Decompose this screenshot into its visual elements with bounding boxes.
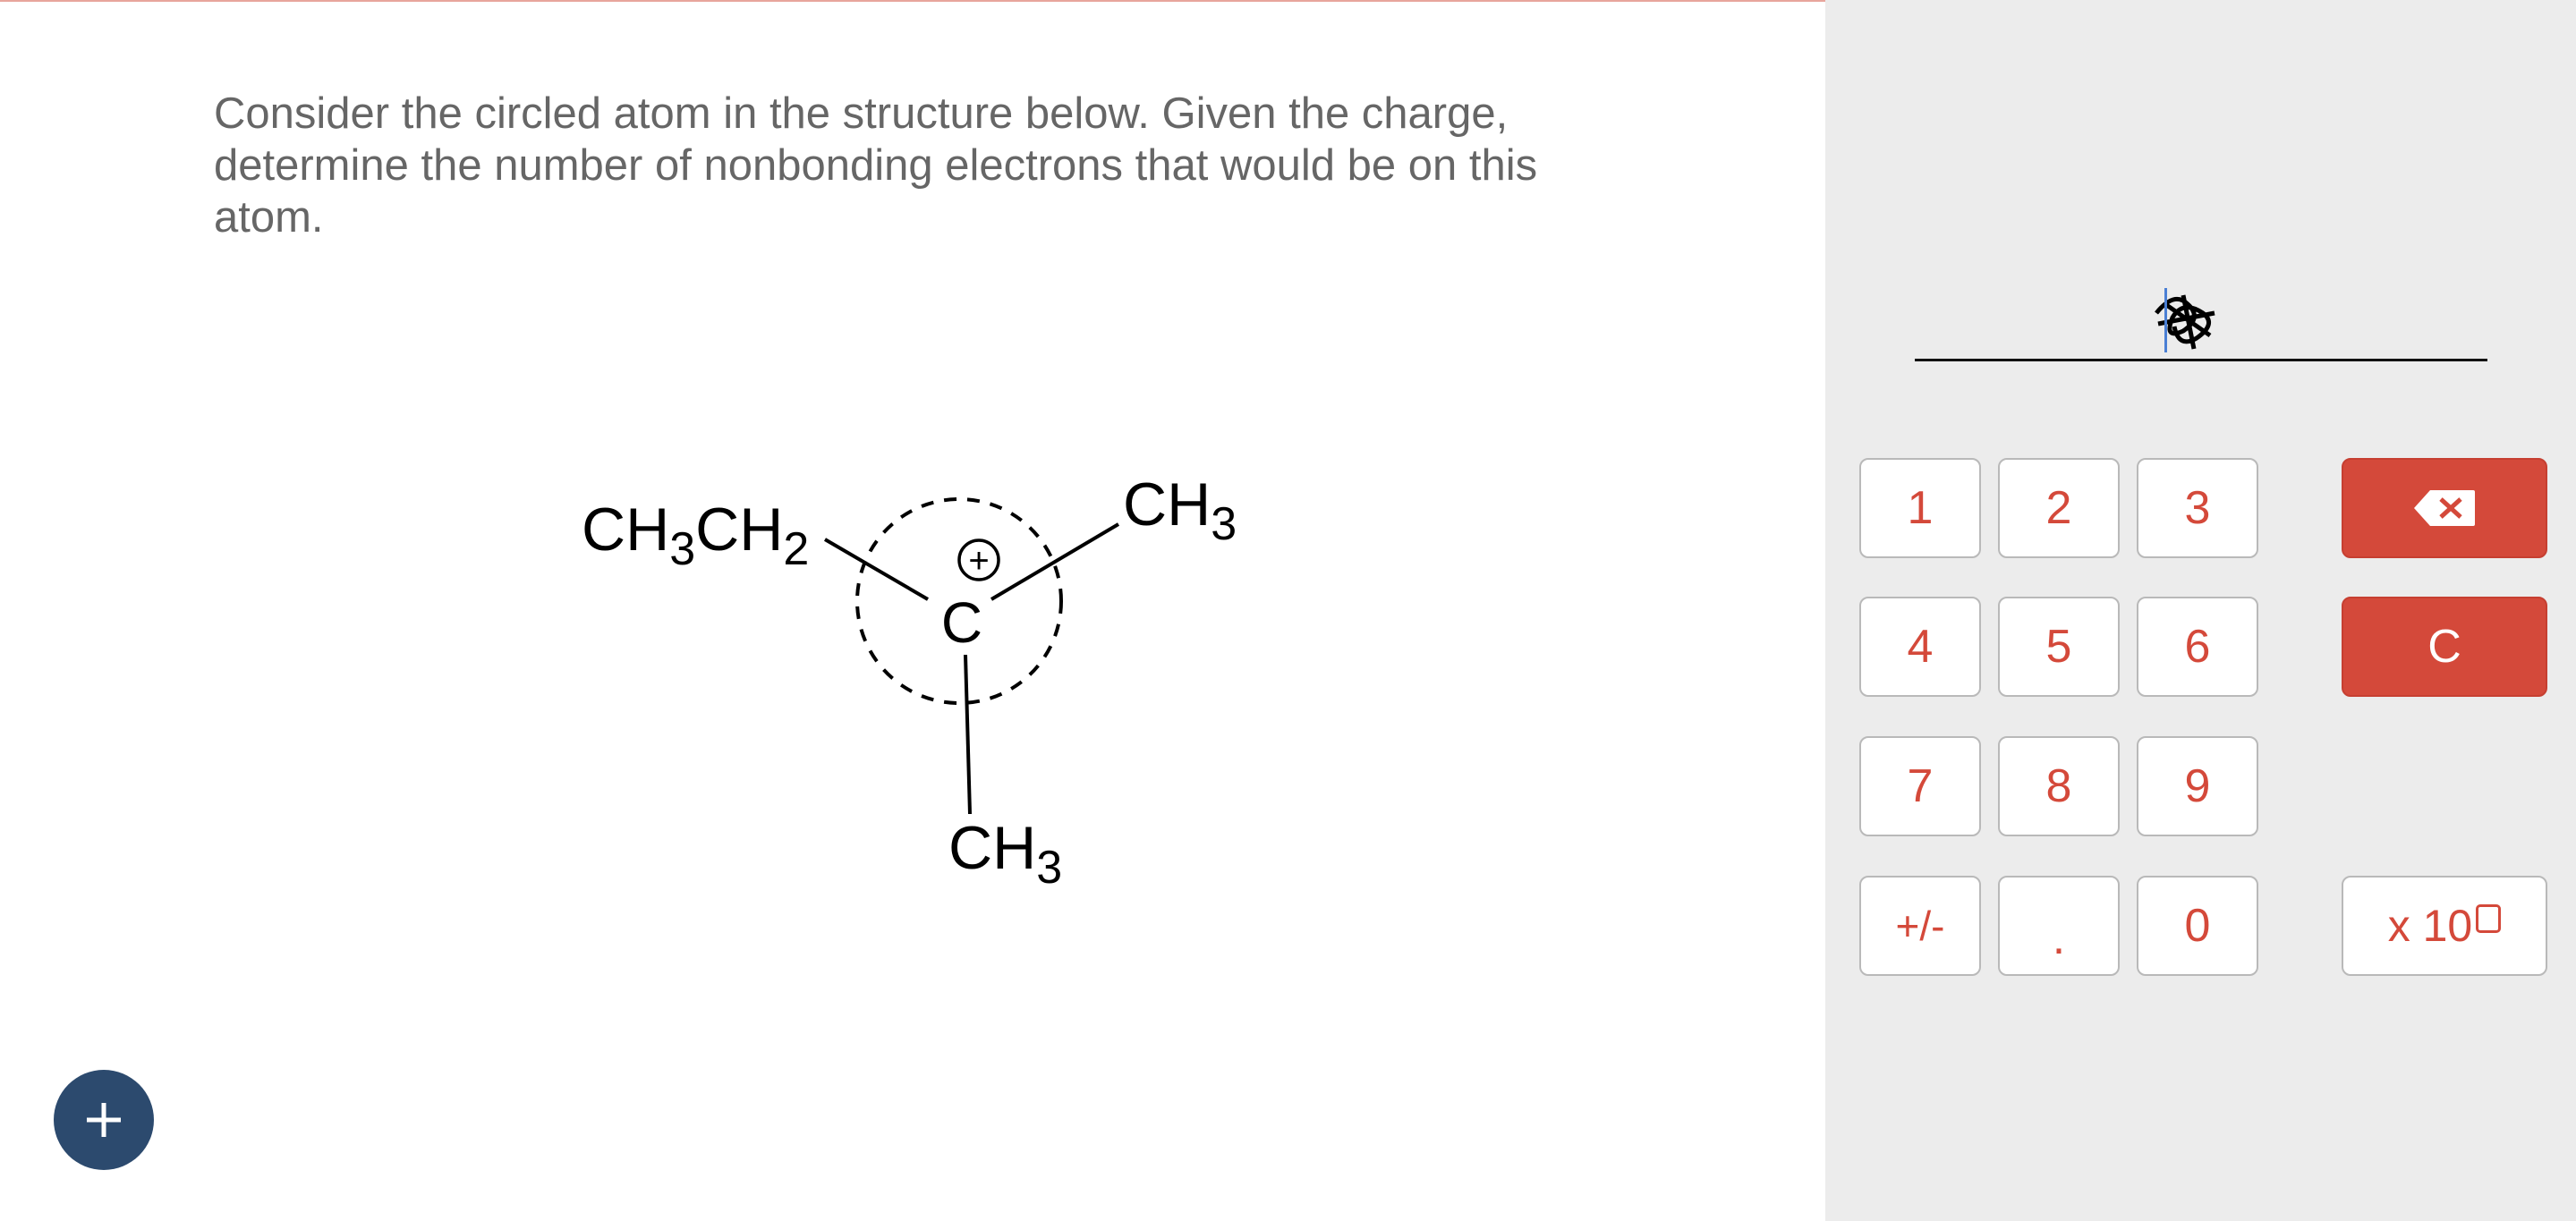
key-7[interactable]: 7	[1859, 736, 1981, 836]
bond-bottom	[964, 654, 972, 815]
key-5[interactable]: 5	[1998, 597, 2120, 697]
sci-label: x 10	[2387, 901, 2473, 951]
bottom-group: CH3	[948, 814, 1062, 894]
key-1[interactable]: 1	[1859, 458, 1981, 558]
left-group: CH3CH2	[582, 496, 809, 575]
bond-right	[990, 522, 1120, 601]
key-9[interactable]: 9	[2137, 736, 2258, 836]
scientific-notation-button[interactable]: x 10	[2342, 876, 2547, 976]
exponent-box-icon	[2476, 904, 2502, 933]
decimal-label: .	[2052, 912, 2066, 964]
decimal-button[interactable]: .	[1998, 876, 2120, 976]
key-0[interactable]: 0	[2137, 876, 2258, 976]
center-atom: C	[941, 590, 982, 655]
backspace-icon	[2414, 490, 2475, 526]
plus-icon	[87, 1103, 121, 1137]
chemical-structure: + C CH3CH2 CH3 CH3	[582, 471, 1237, 894]
right-group: CH3	[1123, 471, 1237, 550]
key-6[interactable]: 6	[2137, 597, 2258, 697]
charge-sign: +	[968, 541, 989, 581]
backspace-button[interactable]	[2342, 458, 2547, 558]
calculator-panel: 1 2 3 4 5 6 C 7 8 9 +/- . 0 x 10	[1825, 0, 2576, 1221]
sign-toggle-button[interactable]: +/-	[1859, 876, 1981, 976]
add-button[interactable]	[54, 1070, 154, 1170]
top-progress-rule	[0, 0, 1825, 2]
scribble-icon	[2155, 294, 2215, 350]
key-4[interactable]: 4	[1859, 597, 1981, 697]
key-3[interactable]: 3	[2137, 458, 2258, 558]
answer-underline	[1915, 359, 2487, 361]
key-8[interactable]: 8	[1998, 736, 2120, 836]
question-text: Consider the circled atom in the structu…	[214, 89, 1538, 242]
clear-button[interactable]: C	[2342, 597, 2547, 697]
bond-left	[823, 538, 930, 601]
text-caret	[2164, 288, 2167, 352]
key-2[interactable]: 2	[1998, 458, 2120, 558]
